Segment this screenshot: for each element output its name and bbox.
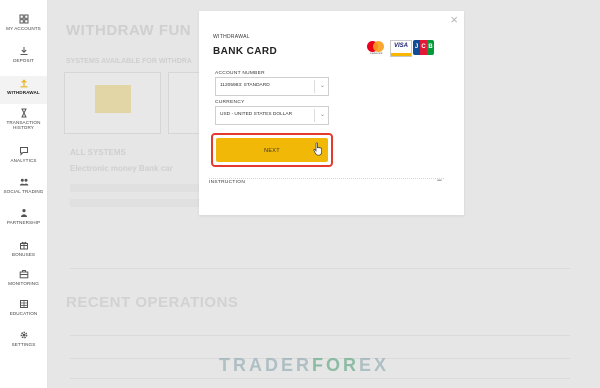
- hourglass-icon: [21, 108, 26, 118]
- currency-select[interactable]: USD - UNITED STATES DOLLAR ⌄: [215, 106, 329, 125]
- visa-logo: VISA: [390, 40, 412, 57]
- system-row: [70, 184, 210, 192]
- sidebar-item-my-accounts[interactable]: MY ACCOUNTS: [0, 14, 47, 38]
- system-tabs[interactable]: Electronic money Bank car: [70, 164, 173, 173]
- partners-icon: [20, 209, 27, 217]
- sidebar-item-partnership[interactable]: PARTNERSHIP: [0, 208, 47, 232]
- account-number-label: ACCOUNT NUMBER: [215, 71, 265, 76]
- watermark-logo: TRADERFOREX: [219, 355, 390, 375]
- sidebar-item-monitoring[interactable]: MONITORING: [0, 269, 47, 293]
- sidebar-item-transaction-history[interactable]: TRANSACTION HISTORY: [0, 108, 47, 138]
- currency-value: USD - UNITED STATES DOLLAR: [220, 112, 293, 117]
- book-icon: [19, 300, 28, 308]
- collapse-icon[interactable]: −: [437, 176, 442, 185]
- sidebar-item-label: SOCIAL TRADING: [3, 189, 44, 194]
- sidebar: MY ACCOUNTS DEPOSIT WITHDRAWAL TRANSACTI…: [0, 0, 48, 388]
- account-number-select[interactable]: 11205983: STANDARD ⌄: [215, 77, 329, 96]
- gift-icon: [19, 241, 28, 250]
- briefcase-icon: [19, 270, 28, 279]
- download-icon: [20, 47, 27, 55]
- sidebar-item-label: MY ACCOUNTS: [6, 26, 41, 31]
- people-icon: [19, 178, 28, 186]
- table-row: [70, 378, 570, 379]
- card-logos: mastercard VISA J C B: [365, 38, 437, 58]
- page-title: WITHDRAW FUN: [66, 22, 192, 39]
- mastercard-logo: mastercard: [365, 40, 387, 56]
- system-row: [70, 199, 210, 207]
- sidebar-item-withdrawal[interactable]: WITHDRAWAL: [0, 76, 47, 104]
- jcb-logo: J C B: [413, 40, 434, 55]
- close-icon[interactable]: ×: [450, 13, 458, 26]
- hand-cursor-icon: [313, 142, 322, 156]
- sidebar-item-analytics[interactable]: ANALYTICS: [0, 146, 47, 170]
- sidebar-item-label: PARTNERSHIP: [6, 220, 41, 225]
- account-number-value: 11205983: STANDARD: [220, 83, 270, 88]
- chevron-down-icon: ⌄: [319, 112, 325, 118]
- sidebar-item-label: TRANSACTION HISTORY: [6, 120, 41, 131]
- table-row: [70, 335, 570, 336]
- currency-label: CURRENCY: [215, 100, 245, 105]
- divider: [70, 268, 570, 269]
- sidebar-item-label: SETTINGS: [11, 342, 36, 347]
- sidebar-item-label: WITHDRAWAL: [7, 90, 40, 95]
- gear-icon: [20, 331, 27, 339]
- modal-title: BANK CARD: [213, 46, 278, 57]
- sidebar-item-social-trading[interactable]: SOCIAL TRADING: [0, 177, 47, 201]
- recent-operations-heading: RECENT OPERATIONS: [66, 294, 239, 311]
- sidebar-item-label: MONITORING: [8, 281, 39, 286]
- sidebar-item-label: ANALYTICS: [10, 158, 37, 163]
- sidebar-item-education[interactable]: EDUCATION: [0, 299, 47, 323]
- sidebar-item-bonuses[interactable]: BONUSES: [0, 240, 47, 264]
- payment-system-card[interactable]: [64, 72, 161, 134]
- next-button[interactable]: NEXT: [216, 138, 328, 162]
- card-image: [95, 85, 131, 113]
- withdrawal-modal: × WITHDRAWAL BANK CARD mastercard VISA J…: [199, 11, 464, 215]
- next-button-highlight: NEXT: [211, 133, 333, 167]
- divider: [209, 178, 444, 179]
- modal-kicker: WITHDRAWAL: [213, 34, 250, 40]
- withdraw-icon: [20, 79, 27, 88]
- grid-icon: [19, 14, 28, 24]
- sidebar-item-deposit[interactable]: DEPOSIT: [0, 46, 47, 70]
- chevron-down-icon: ⌄: [319, 83, 325, 89]
- chat-icon: [19, 147, 28, 156]
- sidebar-item-label: BONUSES: [11, 252, 36, 257]
- sidebar-item-label: DEPOSIT: [13, 58, 34, 63]
- sidebar-item-label: EDUCATION: [9, 311, 38, 316]
- systems-subtitle: SYSTEMS AVAILABLE FOR WITHDRA: [66, 58, 192, 65]
- all-systems-heading: ALL SYSTEMS: [70, 148, 126, 157]
- instruction-toggle[interactable]: INSTRUCTION: [209, 180, 245, 185]
- sidebar-item-settings[interactable]: SETTINGS: [0, 330, 47, 354]
